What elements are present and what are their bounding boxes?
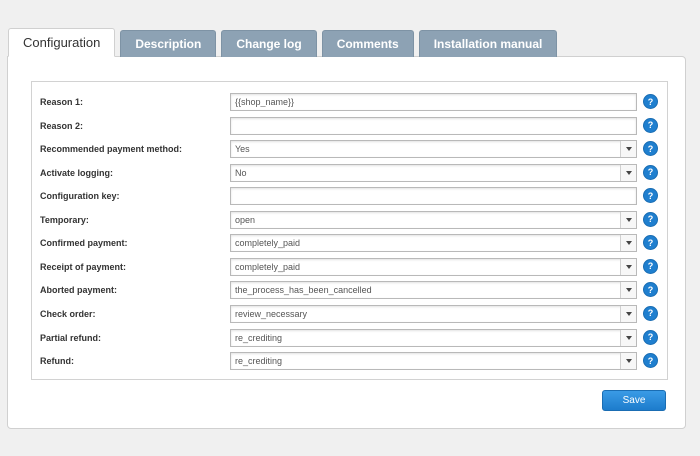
form-row: Check order: review_necessary? xyxy=(32,304,667,324)
help-icon[interactable]: ? xyxy=(644,95,657,108)
field-label: Reason 2: xyxy=(40,120,84,131)
field-label: Refund: xyxy=(40,356,74,367)
chevron-down-icon[interactable] xyxy=(620,211,636,228)
configuration-form: Reason 1:?Reason 2:?Recommended payment … xyxy=(31,81,668,380)
text-input[interactable] xyxy=(230,93,637,111)
field-label: Aborted payment: xyxy=(40,285,118,296)
help-icon[interactable]: ? xyxy=(644,165,657,179)
help-icon[interactable]: ? xyxy=(644,259,657,273)
field-label: Temporary: xyxy=(40,214,89,225)
form-row: Recommended payment method: Yes? xyxy=(32,139,667,159)
select-value: the_process_has_been_cancelled xyxy=(235,285,372,296)
select-value: re_crediting xyxy=(235,356,283,367)
chevron-down-icon[interactable] xyxy=(620,164,636,181)
select-dropdown[interactable]: completely_paid xyxy=(230,257,637,276)
form-row: Temporary: open? xyxy=(32,210,667,230)
chevron-down-icon[interactable] xyxy=(620,353,636,370)
chevron-down-icon[interactable] xyxy=(620,141,636,158)
select-dropdown[interactable]: review_necessary xyxy=(230,304,637,323)
select-value: completely_paid xyxy=(235,261,301,272)
select-dropdown[interactable]: re_crediting xyxy=(230,352,637,371)
form-row: Aborted payment: the_process_has_been_can… xyxy=(32,280,667,300)
help-icon[interactable]: ? xyxy=(644,354,657,368)
form-row: Refund: re_crediting? xyxy=(32,351,667,371)
chevron-down-icon[interactable] xyxy=(620,235,636,252)
select-dropdown[interactable]: No xyxy=(230,163,637,182)
help-icon[interactable]: ? xyxy=(644,236,657,250)
chevron-down-icon[interactable] xyxy=(620,305,636,322)
tab-description[interactable]: Description xyxy=(120,30,217,57)
field-label: Configuration key: xyxy=(40,191,120,202)
tab-configuration[interactable]: Configuration xyxy=(8,28,116,57)
save-button[interactable]: Save xyxy=(602,390,666,411)
configuration-panel: Reason 1:?Reason 2:?Recommended payment … xyxy=(7,56,686,429)
select-value: open xyxy=(235,214,256,225)
text-input[interactable] xyxy=(230,116,637,135)
tab-comments[interactable]: Comments xyxy=(321,30,414,57)
select-value: Yes xyxy=(235,144,250,155)
help-icon[interactable]: ? xyxy=(644,330,657,344)
select-value: completely_paid xyxy=(235,238,301,249)
select-dropdown[interactable]: open xyxy=(230,210,637,229)
form-row: Receipt of payment: completely_paid? xyxy=(32,257,667,277)
help-icon[interactable]: ? xyxy=(644,118,657,132)
chevron-down-icon[interactable] xyxy=(620,282,636,299)
help-icon[interactable]: ? xyxy=(644,283,657,297)
field-label: Recommended payment method: xyxy=(40,144,183,155)
field-label: Reason 1: xyxy=(40,97,84,107)
text-input[interactable] xyxy=(230,187,637,206)
select-value: re_crediting xyxy=(235,332,283,343)
form-row: Configuration key:? xyxy=(32,186,667,206)
select-value: No xyxy=(235,167,247,178)
select-dropdown[interactable]: completely_paid xyxy=(230,234,637,253)
form-row: Reason 1:? xyxy=(32,92,667,112)
field-label: Confirmed payment: xyxy=(40,238,128,249)
tab-bar: Configuration Description Change log Com… xyxy=(8,28,558,57)
select-dropdown[interactable]: the_process_has_been_cancelled xyxy=(230,281,637,300)
form-row: Reason 2:? xyxy=(32,116,667,136)
chevron-down-icon[interactable] xyxy=(620,258,636,275)
field-label: Check order: xyxy=(40,308,96,319)
field-label: Activate logging: xyxy=(40,167,114,178)
tab-change-log[interactable]: Change log xyxy=(221,30,317,57)
field-label: Receipt of payment: xyxy=(40,261,127,272)
help-icon[interactable]: ? xyxy=(644,306,657,320)
form-row: Partial refund: re_crediting? xyxy=(32,328,667,348)
form-row: Activate logging: No? xyxy=(32,163,667,183)
field-label: Partial refund: xyxy=(40,332,102,343)
select-dropdown[interactable]: re_crediting xyxy=(230,328,637,347)
chevron-down-icon[interactable] xyxy=(620,329,636,346)
tab-installation-manual[interactable]: Installation manual xyxy=(418,30,558,57)
help-icon[interactable]: ? xyxy=(644,142,657,156)
help-icon[interactable]: ? xyxy=(644,189,657,203)
help-icon[interactable]: ? xyxy=(644,212,657,226)
form-row: Confirmed payment: completely_paid? xyxy=(32,233,667,253)
select-dropdown[interactable]: Yes xyxy=(230,140,637,159)
select-value: review_necessary xyxy=(235,308,308,319)
